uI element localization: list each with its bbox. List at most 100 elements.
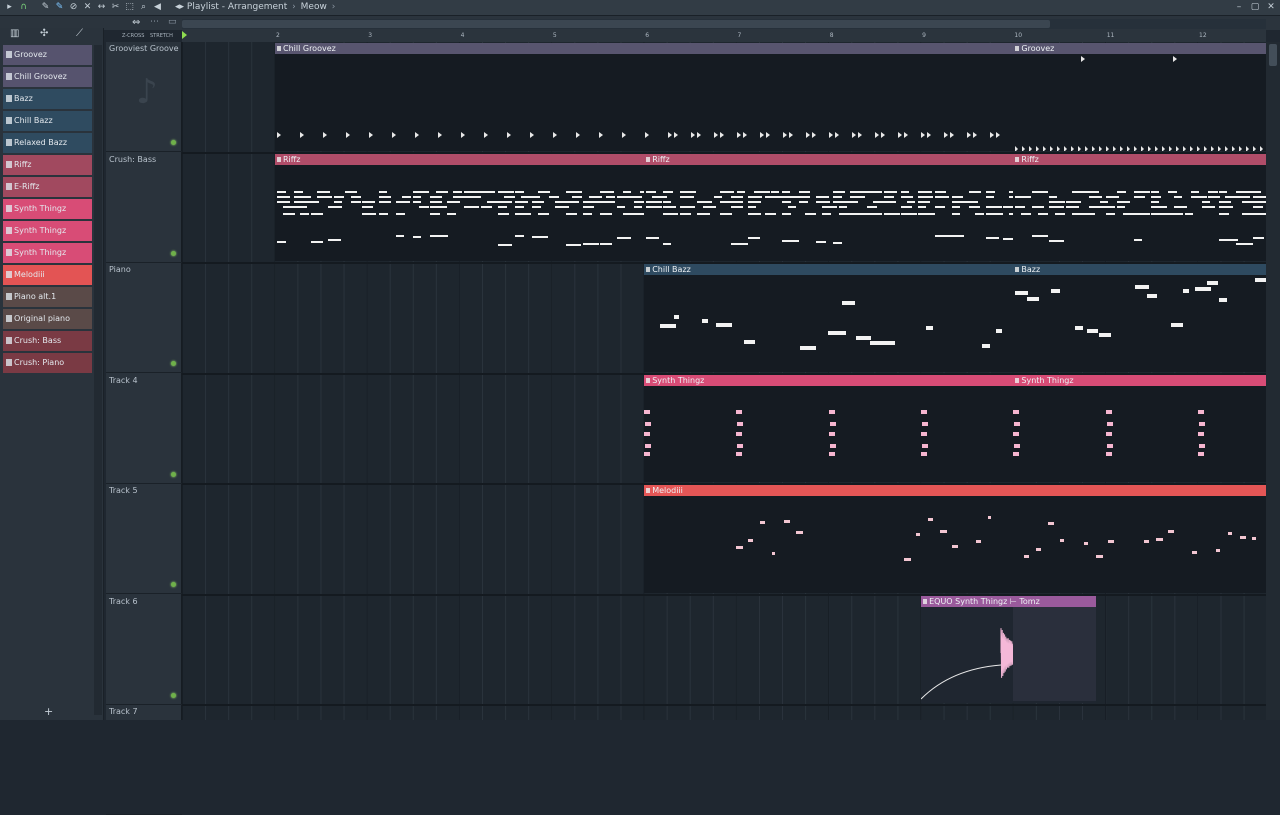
playlist-grid[interactable]: Chill Groovez Groovez Riffz Riffz Riffz Chill…	[182, 42, 1266, 720]
midi-note	[283, 212, 295, 215]
track-mute-led[interactable]	[171, 361, 176, 366]
playlist-clip[interactable]: Riffz	[275, 153, 645, 261]
scroll-thumb[interactable]	[182, 20, 1050, 28]
playlist-clip[interactable]: Melodiii	[644, 485, 1266, 593]
midi-note	[952, 545, 959, 548]
pattern-item[interactable]: Groovez	[3, 45, 92, 65]
clip-content	[1013, 386, 1266, 483]
playlist-clip[interactable]: Chill Bazz	[644, 264, 1014, 372]
note-marker	[1190, 146, 1194, 151]
midi-note	[1134, 195, 1146, 198]
pattern-item[interactable]: Chill Groovez	[3, 67, 92, 87]
pattern-item[interactable]: Melodiii	[3, 265, 92, 285]
midi-note	[922, 443, 929, 448]
slip-icon[interactable]: ↔	[96, 2, 107, 13]
brush-icon[interactable]: ✎	[54, 2, 65, 13]
magnet-icon[interactable]: ∩	[18, 2, 29, 13]
pattern-label: Chill Bazz	[14, 116, 53, 125]
track-header[interactable]: Grooviest Groove ♪	[106, 42, 182, 152]
playlist-clip[interactable]: Synth Thingz	[644, 374, 1014, 482]
pattern-item[interactable]: Crush: Bass	[3, 331, 92, 351]
grid-snap-icon[interactable]: ⋯	[150, 17, 159, 27]
automation-icon[interactable]: ⟋	[76, 28, 83, 39]
track-mute-led[interactable]	[171, 692, 176, 698]
pencil-icon[interactable]: ✎	[40, 2, 51, 13]
track-header[interactable]: Track 7	[106, 705, 182, 815]
pattern-item[interactable]: Original piano	[3, 309, 92, 329]
close-icon[interactable]: ✕	[1266, 1, 1276, 14]
midi-note	[566, 200, 579, 203]
midi-note	[646, 236, 660, 239]
playhead-marker[interactable]	[182, 31, 187, 39]
playlist-clip[interactable]: Bazz	[1013, 264, 1266, 372]
midi-note	[1106, 443, 1113, 448]
stretch-toggle[interactable]: STRETCH	[150, 33, 173, 39]
pattern-item[interactable]: Riffz	[3, 155, 92, 175]
add-icon[interactable]: +	[44, 705, 53, 718]
playlist-clip[interactable]: Riffz	[1013, 153, 1266, 261]
midi-note	[901, 205, 913, 208]
zoom-icon[interactable]: ⌕	[138, 2, 149, 13]
mute-icon[interactable]: ✕	[82, 2, 93, 13]
midi-note	[918, 195, 934, 198]
track-header[interactable]: Crush: Bass	[106, 153, 182, 263]
back-arrow-icon[interactable]: ◂▸	[175, 2, 184, 12]
midi-note	[850, 190, 868, 193]
pattern-item[interactable]: Piano alt.1	[3, 287, 92, 307]
node-icon[interactable]: ✣	[40, 28, 48, 39]
snap-icon[interactable]: ⇔	[132, 17, 140, 28]
timeline-ruler[interactable]: 2 3 4 5 6 7 8 9 10 11 12	[182, 30, 1266, 42]
midi-note	[799, 200, 809, 203]
pattern-item[interactable]: Relaxed Bazz	[3, 133, 92, 153]
midi-note	[782, 212, 792, 215]
ruler-bar-number: 7	[737, 32, 742, 39]
minimize-icon[interactable]: –	[1234, 1, 1244, 14]
select-icon[interactable]: ⬚	[124, 2, 135, 13]
horizontal-scrollbar[interactable]	[182, 19, 1266, 29]
lock-icon[interactable]: ▭	[168, 17, 177, 27]
track-mute-led[interactable]	[171, 250, 176, 256]
midi-note	[566, 243, 581, 246]
lane-separator	[182, 704, 1266, 706]
browser-scrollbar[interactable]	[94, 45, 102, 715]
playlist-clip[interactable]: Riffz	[644, 153, 1014, 261]
track-header[interactable]: Track 6	[106, 595, 182, 705]
midi-note	[600, 242, 612, 245]
track-header[interactable]: Track 5	[106, 484, 182, 594]
song-name[interactable]: Meow	[301, 2, 327, 12]
midi-note	[498, 243, 512, 246]
zcross-toggle[interactable]: Z-CROSS	[122, 33, 144, 39]
midi-note	[799, 195, 811, 198]
pattern-item[interactable]: Synth Thingz	[3, 243, 92, 263]
vertical-scrollbar[interactable]	[1266, 42, 1280, 720]
pattern-item[interactable]: Bazz	[3, 89, 92, 109]
note-marker	[1099, 146, 1103, 151]
menu-arrow-icon[interactable]: ▸	[4, 2, 15, 13]
playlist-clip[interactable]: Synth Thingz	[1013, 374, 1266, 483]
playlist-clip[interactable]: Groovez	[1013, 43, 1266, 151]
playlist-clip[interactable]: EQUO Synth Thingz ⊢ Tomz	[921, 595, 1097, 703]
pattern-item[interactable]: E-Riffz	[3, 177, 92, 197]
track-mute-led[interactable]	[171, 140, 176, 145]
ruler-bar-number: 4	[460, 32, 465, 39]
slice-icon[interactable]: ✂	[110, 2, 121, 13]
maximize-icon[interactable]: ▢	[1250, 1, 1260, 14]
playlist-clip[interactable]: Chill Groovez	[275, 43, 1014, 151]
delete-icon[interactable]: ⊘	[68, 2, 79, 13]
pattern-item[interactable]: Crush: Piano	[3, 353, 92, 373]
track-mute-led[interactable]	[171, 471, 176, 477]
track-header[interactable]: Track 4	[106, 374, 182, 484]
track-header[interactable]: Piano	[106, 263, 182, 373]
pattern-item[interactable]: Chill Bazz	[3, 111, 92, 131]
track-name: Track 4	[109, 375, 138, 385]
picker-icon[interactable]: ▥	[10, 28, 19, 39]
midi-note	[744, 340, 756, 344]
scroll-thumb[interactable]	[1269, 44, 1277, 66]
pattern-item[interactable]: Synth Thingz	[3, 221, 92, 241]
note-marker	[369, 132, 373, 138]
midi-note	[833, 195, 843, 198]
speaker-icon[interactable]: ◀	[152, 2, 163, 13]
midi-note	[822, 205, 838, 208]
pattern-item[interactable]: Synth Thingz	[3, 199, 92, 219]
track-mute-led[interactable]	[171, 582, 176, 587]
